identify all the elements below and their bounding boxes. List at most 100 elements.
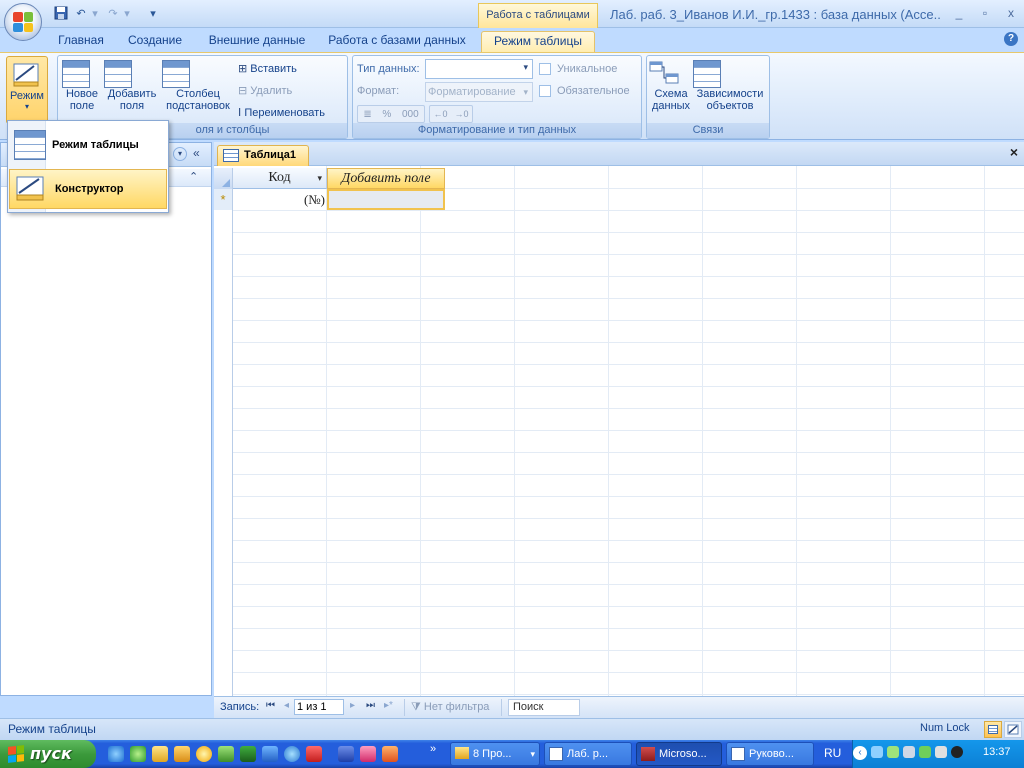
relationships-button[interactable]: Схема данных	[649, 60, 693, 112]
column-header-id-label: Код	[268, 170, 291, 185]
pencil-icon[interactable]	[174, 746, 190, 762]
lookup-column-button[interactable]: Столбец подстановок	[162, 60, 234, 112]
tray-disc-icon[interactable]	[951, 746, 963, 758]
add-fields-icon	[104, 60, 132, 88]
redo-dropdown-icon[interactable]: ▾	[118, 5, 136, 21]
tab-database-tools[interactable]: Работа с базами данных	[322, 31, 472, 52]
undo-dropdown-icon[interactable]: ▾	[86, 5, 104, 21]
tool-icon[interactable]	[218, 746, 234, 762]
clock: 13:37	[983, 746, 1011, 758]
increase-decimals-icon[interactable]: ←0	[433, 109, 447, 119]
previous-record-icon[interactable]: ◂	[284, 700, 289, 711]
column-header-add-field[interactable]: Добавить поле	[327, 168, 445, 189]
currency-icon[interactable]: ≣	[363, 109, 371, 120]
rename-column-button[interactable]: Ⅰ Переименовать	[238, 104, 325, 122]
record-position-input[interactable]: 1 из 1	[294, 699, 344, 715]
firefox-icon[interactable]	[382, 746, 398, 762]
tray-expand-icon[interactable]: ‹	[853, 746, 867, 760]
data-type-select[interactable]: ▾	[425, 59, 533, 79]
tray-app-icon[interactable]	[903, 746, 915, 758]
office-logo-icon	[13, 12, 33, 32]
menu-item-design-view[interactable]: Конструктор	[9, 169, 167, 209]
select-all-corner[interactable]	[214, 168, 233, 189]
format-select[interactable]: Форматирование ▾	[425, 82, 533, 102]
delete-label: Удалить	[250, 85, 293, 97]
pdf-icon[interactable]	[306, 746, 322, 762]
office-button[interactable]	[4, 3, 42, 41]
folder-icon[interactable]	[152, 746, 168, 762]
chevron-down-icon[interactable]: ▾	[173, 147, 187, 161]
new-record-icon[interactable]: ▸*	[384, 700, 393, 711]
start-button[interactable]: пуск	[0, 740, 96, 768]
search-input[interactable]: Поиск	[508, 699, 580, 716]
datasheet-view-button[interactable]	[984, 721, 1002, 738]
save-icon[interactable]	[52, 5, 70, 21]
fv-icon[interactable]	[360, 746, 376, 762]
puzzle-icon[interactable]	[338, 746, 354, 762]
media-player-icon[interactable]	[196, 746, 212, 762]
table-icon	[223, 149, 239, 162]
volume-icon[interactable]	[935, 746, 947, 758]
new-row-marker[interactable]: *	[214, 189, 233, 210]
chevron-down-icon[interactable]: ▾	[317, 168, 322, 188]
ie-icon[interactable]	[108, 746, 124, 762]
minimize-button[interactable]: _	[946, 4, 972, 22]
taskbar-button-lab[interactable]: Лаб. р...	[544, 742, 632, 766]
tab-create[interactable]: Создание	[122, 31, 188, 52]
new-row-id-cell[interactable]: (№)	[233, 189, 327, 210]
unique-checkbox[interactable]	[539, 63, 551, 75]
delete-column-button[interactable]: ⊟ Удалить	[238, 82, 292, 100]
mode-button[interactable]: Режим ▾	[6, 56, 48, 124]
network-icon[interactable]	[871, 746, 883, 758]
filter-status[interactable]: ⧩ Нет фильтра	[404, 699, 502, 716]
document-icon	[549, 747, 563, 761]
antivirus-icon[interactable]	[919, 746, 931, 758]
insert-column-button[interactable]: ⊞ Вставить	[238, 60, 297, 78]
access-icon	[641, 747, 655, 761]
column-header-id[interactable]: Код ▾	[233, 168, 327, 189]
add-fields-label-1: Добавить	[107, 88, 157, 100]
language-indicator[interactable]: RU	[824, 746, 841, 760]
excel-icon[interactable]	[240, 746, 256, 762]
first-record-icon[interactable]: ⏮	[266, 700, 275, 711]
close-window-button[interactable]: x	[998, 4, 1024, 22]
title-bar: ↶ ▾ ↷ ▾ ▾ Работа с таблицами Лаб. раб. 3…	[0, 0, 1024, 28]
thousands-button[interactable]: 000	[402, 109, 419, 120]
browser-icon[interactable]	[284, 746, 300, 762]
datasheet-grid[interactable]: Код ▾ Добавить поле * (№)	[214, 166, 1024, 696]
tab-home[interactable]: Главная	[52, 31, 110, 52]
taskbar-button-access[interactable]: Microso...	[636, 742, 722, 766]
chevron-down-icon: ▾	[523, 62, 528, 72]
menu-item-datasheet-view[interactable]: Режим таблицы	[9, 125, 167, 165]
tab-external-data[interactable]: Внешние данные	[200, 31, 314, 52]
chevron-down-icon: ▾	[523, 87, 528, 97]
collapse-pane-icon[interactable]: «	[193, 146, 200, 160]
restore-button[interactable]: ▫	[972, 4, 998, 22]
taskbar-button-explorer[interactable]: 8 Про... ▾	[450, 742, 540, 766]
help-icon[interactable]: ?	[1004, 32, 1018, 46]
customize-qat-icon[interactable]: ▾	[144, 5, 162, 21]
object-dependencies-button[interactable]: Зависимости объектов	[693, 60, 767, 112]
messenger-tray-icon[interactable]	[887, 746, 899, 758]
add-fields-button[interactable]: Добавить поля	[104, 60, 160, 112]
percent-button[interactable]: %	[382, 109, 391, 120]
tab-datasheet[interactable]: Режим таблицы	[481, 31, 595, 52]
design-view-button[interactable]	[1004, 721, 1022, 738]
chevron-down-icon: ▾	[24, 102, 29, 111]
taskbar-button-guide[interactable]: Руково...	[726, 742, 814, 766]
next-record-icon[interactable]: ▸	[350, 700, 355, 711]
new-field-label-2: поле	[69, 100, 95, 112]
status-mode-text: Режим таблицы	[8, 722, 96, 736]
decrease-decimals-icon[interactable]: →0	[454, 109, 468, 119]
app-icon[interactable]	[262, 746, 278, 762]
quicklaunch-more-icon[interactable]: »	[430, 743, 436, 755]
messenger-icon[interactable]	[130, 746, 146, 762]
required-checkbox[interactable]	[539, 85, 551, 97]
new-field-button[interactable]: Новое поле	[62, 60, 102, 112]
new-row-add-field-cell[interactable]	[327, 189, 445, 210]
close-document-button[interactable]: ×	[1010, 144, 1018, 160]
collapse-group-icon[interactable]: ⌃	[189, 170, 198, 183]
datasheet-icon	[988, 725, 998, 734]
tab-table1[interactable]: Таблица1	[217, 145, 309, 166]
last-record-icon[interactable]: ⏭	[366, 700, 375, 711]
